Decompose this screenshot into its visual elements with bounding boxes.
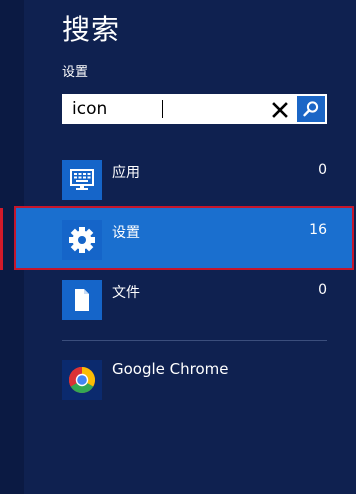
divider	[62, 340, 327, 341]
close-icon	[272, 102, 288, 118]
files-tile	[62, 280, 102, 320]
files-label: 文件	[112, 285, 140, 301]
search-scope-label[interactable]: 设置	[62, 61, 88, 80]
settings-count: 16	[309, 222, 327, 238]
category-apps[interactable]: 应用 0	[62, 160, 328, 200]
apps-tile	[62, 160, 102, 200]
document-icon	[75, 289, 89, 311]
search-button[interactable]	[297, 96, 325, 122]
text-caret	[162, 100, 163, 118]
apps-count: 0	[318, 162, 327, 178]
clear-button[interactable]	[268, 98, 292, 122]
gear-icon	[69, 227, 95, 253]
app-result-chrome[interactable]	[62, 360, 102, 400]
apps-label: 应用	[112, 165, 140, 181]
pane-title: 搜索	[62, 13, 121, 46]
display-keyboard-icon	[70, 169, 94, 190]
category-files[interactable]: 文件 0	[62, 280, 328, 320]
settings-label: 设置	[112, 225, 140, 241]
files-count: 0	[318, 282, 327, 298]
app-result-chrome-label[interactable]: Google Chrome	[112, 360, 229, 378]
chrome-icon	[68, 367, 96, 394]
left-edge-accent	[0, 208, 3, 270]
search-input[interactable]	[62, 94, 272, 124]
category-settings[interactable]: 设置 16	[62, 220, 328, 260]
settings-tile	[62, 220, 102, 260]
search-icon	[303, 101, 319, 117]
